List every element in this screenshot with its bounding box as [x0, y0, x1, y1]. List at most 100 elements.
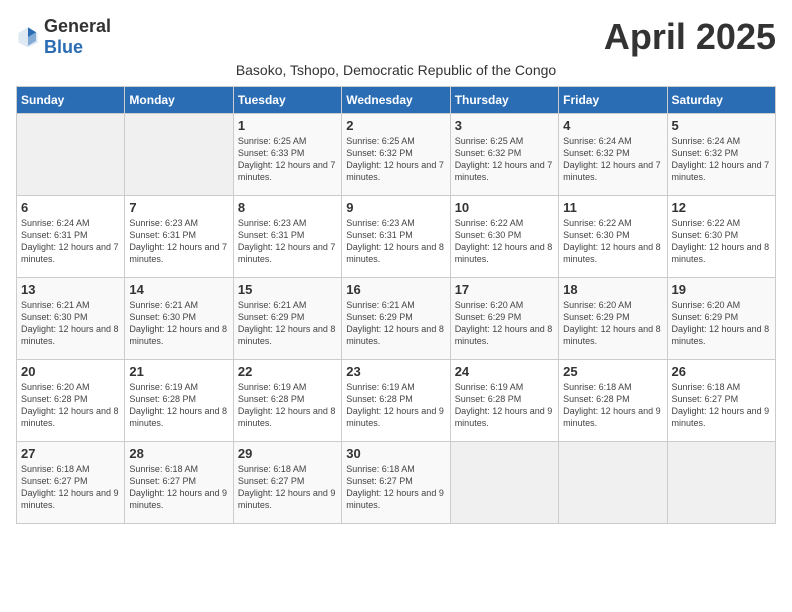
cell-info: Sunrise: 6:22 AMSunset: 6:30 PMDaylight:…: [455, 217, 554, 266]
cell-info: Sunrise: 6:25 AMSunset: 6:33 PMDaylight:…: [238, 135, 337, 184]
day-number: 6: [21, 200, 120, 215]
cell-info: Sunrise: 6:20 AMSunset: 6:29 PMDaylight:…: [455, 299, 554, 348]
cell-info: Sunrise: 6:21 AMSunset: 6:29 PMDaylight:…: [238, 299, 337, 348]
day-number: 8: [238, 200, 337, 215]
day-number: 15: [238, 282, 337, 297]
cell-info: Sunrise: 6:19 AMSunset: 6:28 PMDaylight:…: [455, 381, 554, 430]
calendar-cell: 21 Sunrise: 6:19 AMSunset: 6:28 PMDayligh…: [125, 360, 233, 442]
calendar-cell: 18Sunrise: 6:20 AMSunset: 6:29 PMDayligh…: [559, 278, 667, 360]
day-number: 19: [672, 282, 771, 297]
day-number: 12: [672, 200, 771, 215]
subtitle: Basoko, Tshopo, Democratic Republic of t…: [16, 62, 776, 78]
calendar-cell: 22Sunrise: 6:19 AMSunset: 6:28 PMDayligh…: [233, 360, 341, 442]
cell-info: Sunrise: 6:18 AMSunset: 6:27 PMDaylight:…: [672, 381, 771, 430]
header-thursday: Thursday: [450, 87, 558, 114]
cell-info: Sunrise: 6:21 AMSunset: 6:30 PMDaylight:…: [129, 299, 228, 348]
cell-info: Sunrise: 6:20 AMSunset: 6:29 PMDaylight:…: [563, 299, 662, 348]
day-number: 30: [346, 446, 445, 461]
day-number: 28: [129, 446, 228, 461]
logo-icon: [16, 25, 40, 49]
calendar-cell: 7Sunrise: 6:23 AMSunset: 6:31 PMDaylight…: [125, 196, 233, 278]
day-number: 27: [21, 446, 120, 461]
calendar-cell: 26 Sunrise: 6:18 AMSunset: 6:27 PMDayligh…: [667, 360, 775, 442]
cell-info: Sunrise: 6:21 AMSunset: 6:29 PMDaylight:…: [346, 299, 445, 348]
cell-info: Sunrise: 6:22 AMSunset: 6:30 PMDaylight:…: [563, 217, 662, 266]
title-block: April 2025: [604, 16, 776, 58]
day-number: 23: [346, 364, 445, 379]
header-sunday: Sunday: [17, 87, 125, 114]
day-number: 4: [563, 118, 662, 133]
calendar-cell: [559, 442, 667, 524]
cell-info: Sunrise: 6:19 AMSunset: 6:28 PMDaylight:…: [346, 381, 445, 430]
day-number: 13: [21, 282, 120, 297]
calendar-cell: 19 Sunrise: 6:20 AMSunset: 6:29 PMDayligh…: [667, 278, 775, 360]
day-number: 21: [129, 364, 228, 379]
day-number: 9: [346, 200, 445, 215]
month-title: April 2025: [604, 16, 776, 58]
calendar-cell: 13 Sunrise: 6:21 AMSunset: 6:30 PMDayligh…: [17, 278, 125, 360]
calendar-cell: [17, 114, 125, 196]
cell-info: Sunrise: 6:25 AMSunset: 6:32 PMDaylight:…: [455, 135, 554, 184]
day-number: 22: [238, 364, 337, 379]
cell-info: Sunrise: 6:24 AMSunset: 6:32 PMDaylight:…: [672, 135, 771, 184]
calendar-cell: 11 Sunrise: 6:22 AMSunset: 6:30 PMDayligh…: [559, 196, 667, 278]
calendar-week-1: 1 Sunrise: 6:25 AMSunset: 6:33 PMDaylight…: [17, 114, 776, 196]
day-number: 17: [455, 282, 554, 297]
calendar-cell: 27 Sunrise: 6:18 AMSunset: 6:27 PMDayligh…: [17, 442, 125, 524]
day-number: 25: [563, 364, 662, 379]
day-number: 20: [21, 364, 120, 379]
cell-info: Sunrise: 6:20 AMSunset: 6:28 PMDaylight:…: [21, 381, 120, 430]
logo-general: General Blue: [44, 16, 111, 58]
day-number: 26: [672, 364, 771, 379]
calendar-cell: [125, 114, 233, 196]
calendar-week-5: 27 Sunrise: 6:18 AMSunset: 6:27 PMDayligh…: [17, 442, 776, 524]
calendar-cell: 25 Sunrise: 6:18 AMSunset: 6:28 PMDayligh…: [559, 360, 667, 442]
calendar-cell: [450, 442, 558, 524]
day-number: 11: [563, 200, 662, 215]
day-number: 7: [129, 200, 228, 215]
calendar-cell: 1 Sunrise: 6:25 AMSunset: 6:33 PMDaylight…: [233, 114, 341, 196]
cell-info: Sunrise: 6:20 AMSunset: 6:29 PMDaylight:…: [672, 299, 771, 348]
header-saturday: Saturday: [667, 87, 775, 114]
calendar-cell: 23 Sunrise: 6:19 AMSunset: 6:28 PMDayligh…: [342, 360, 450, 442]
cell-info: Sunrise: 6:25 AMSunset: 6:32 PMDaylight:…: [346, 135, 445, 184]
calendar-cell: 10Sunrise: 6:22 AMSunset: 6:30 PMDayligh…: [450, 196, 558, 278]
cell-info: Sunrise: 6:18 AMSunset: 6:27 PMDaylight:…: [346, 463, 445, 512]
day-number: 5: [672, 118, 771, 133]
calendar-header-row: SundayMondayTuesdayWednesdayThursdayFrid…: [17, 87, 776, 114]
cell-info: Sunrise: 6:18 AMSunset: 6:28 PMDaylight:…: [563, 381, 662, 430]
calendar-cell: 14 Sunrise: 6:21 AMSunset: 6:30 PMDayligh…: [125, 278, 233, 360]
calendar-cell: 17 Sunrise: 6:20 AMSunset: 6:29 PMDayligh…: [450, 278, 558, 360]
calendar-week-2: 6 Sunrise: 6:24 AMSunset: 6:31 PMDaylight…: [17, 196, 776, 278]
header-tuesday: Tuesday: [233, 87, 341, 114]
cell-info: Sunrise: 6:24 AMSunset: 6:32 PMDaylight:…: [563, 135, 662, 184]
day-number: 14: [129, 282, 228, 297]
day-number: 1: [238, 118, 337, 133]
calendar-cell: 6 Sunrise: 6:24 AMSunset: 6:31 PMDaylight…: [17, 196, 125, 278]
day-number: 16: [346, 282, 445, 297]
day-number: 2: [346, 118, 445, 133]
cell-info: Sunrise: 6:18 AMSunset: 6:27 PMDaylight:…: [21, 463, 120, 512]
cell-info: Sunrise: 6:24 AMSunset: 6:31 PMDaylight:…: [21, 217, 120, 266]
cell-info: Sunrise: 6:18 AMSunset: 6:27 PMDaylight:…: [129, 463, 228, 512]
calendar-cell: 4 Sunrise: 6:24 AMSunset: 6:32 PMDaylight…: [559, 114, 667, 196]
cell-info: Sunrise: 6:21 AMSunset: 6:30 PMDaylight:…: [21, 299, 120, 348]
calendar-cell: 2 Sunrise: 6:25 AMSunset: 6:32 PMDaylight…: [342, 114, 450, 196]
day-number: 24: [455, 364, 554, 379]
cell-info: Sunrise: 6:19 AMSunset: 6:28 PMDaylight:…: [129, 381, 228, 430]
calendar-week-3: 13 Sunrise: 6:21 AMSunset: 6:30 PMDayligh…: [17, 278, 776, 360]
calendar-cell: 8 Sunrise: 6:23 AMSunset: 6:31 PMDaylight…: [233, 196, 341, 278]
calendar-cell: 28 Sunrise: 6:18 AMSunset: 6:27 PMDayligh…: [125, 442, 233, 524]
calendar-cell: 3Sunrise: 6:25 AMSunset: 6:32 PMDaylight…: [450, 114, 558, 196]
header-monday: Monday: [125, 87, 233, 114]
cell-info: Sunrise: 6:23 AMSunset: 6:31 PMDaylight:…: [238, 217, 337, 266]
calendar-cell: 24 Sunrise: 6:19 AMSunset: 6:28 PMDayligh…: [450, 360, 558, 442]
calendar-cell: 15 Sunrise: 6:21 AMSunset: 6:29 PMDayligh…: [233, 278, 341, 360]
calendar-cell: 16 Sunrise: 6:21 AMSunset: 6:29 PMDayligh…: [342, 278, 450, 360]
calendar-cell: 29Sunrise: 6:18 AMSunset: 6:27 PMDayligh…: [233, 442, 341, 524]
cell-info: Sunrise: 6:23 AMSunset: 6:31 PMDaylight:…: [346, 217, 445, 266]
calendar-cell: 30 Sunrise: 6:18 AMSunset: 6:27 PMDayligh…: [342, 442, 450, 524]
day-number: 29: [238, 446, 337, 461]
calendar-cell: 20 Sunrise: 6:20 AMSunset: 6:28 PMDayligh…: [17, 360, 125, 442]
header-wednesday: Wednesday: [342, 87, 450, 114]
